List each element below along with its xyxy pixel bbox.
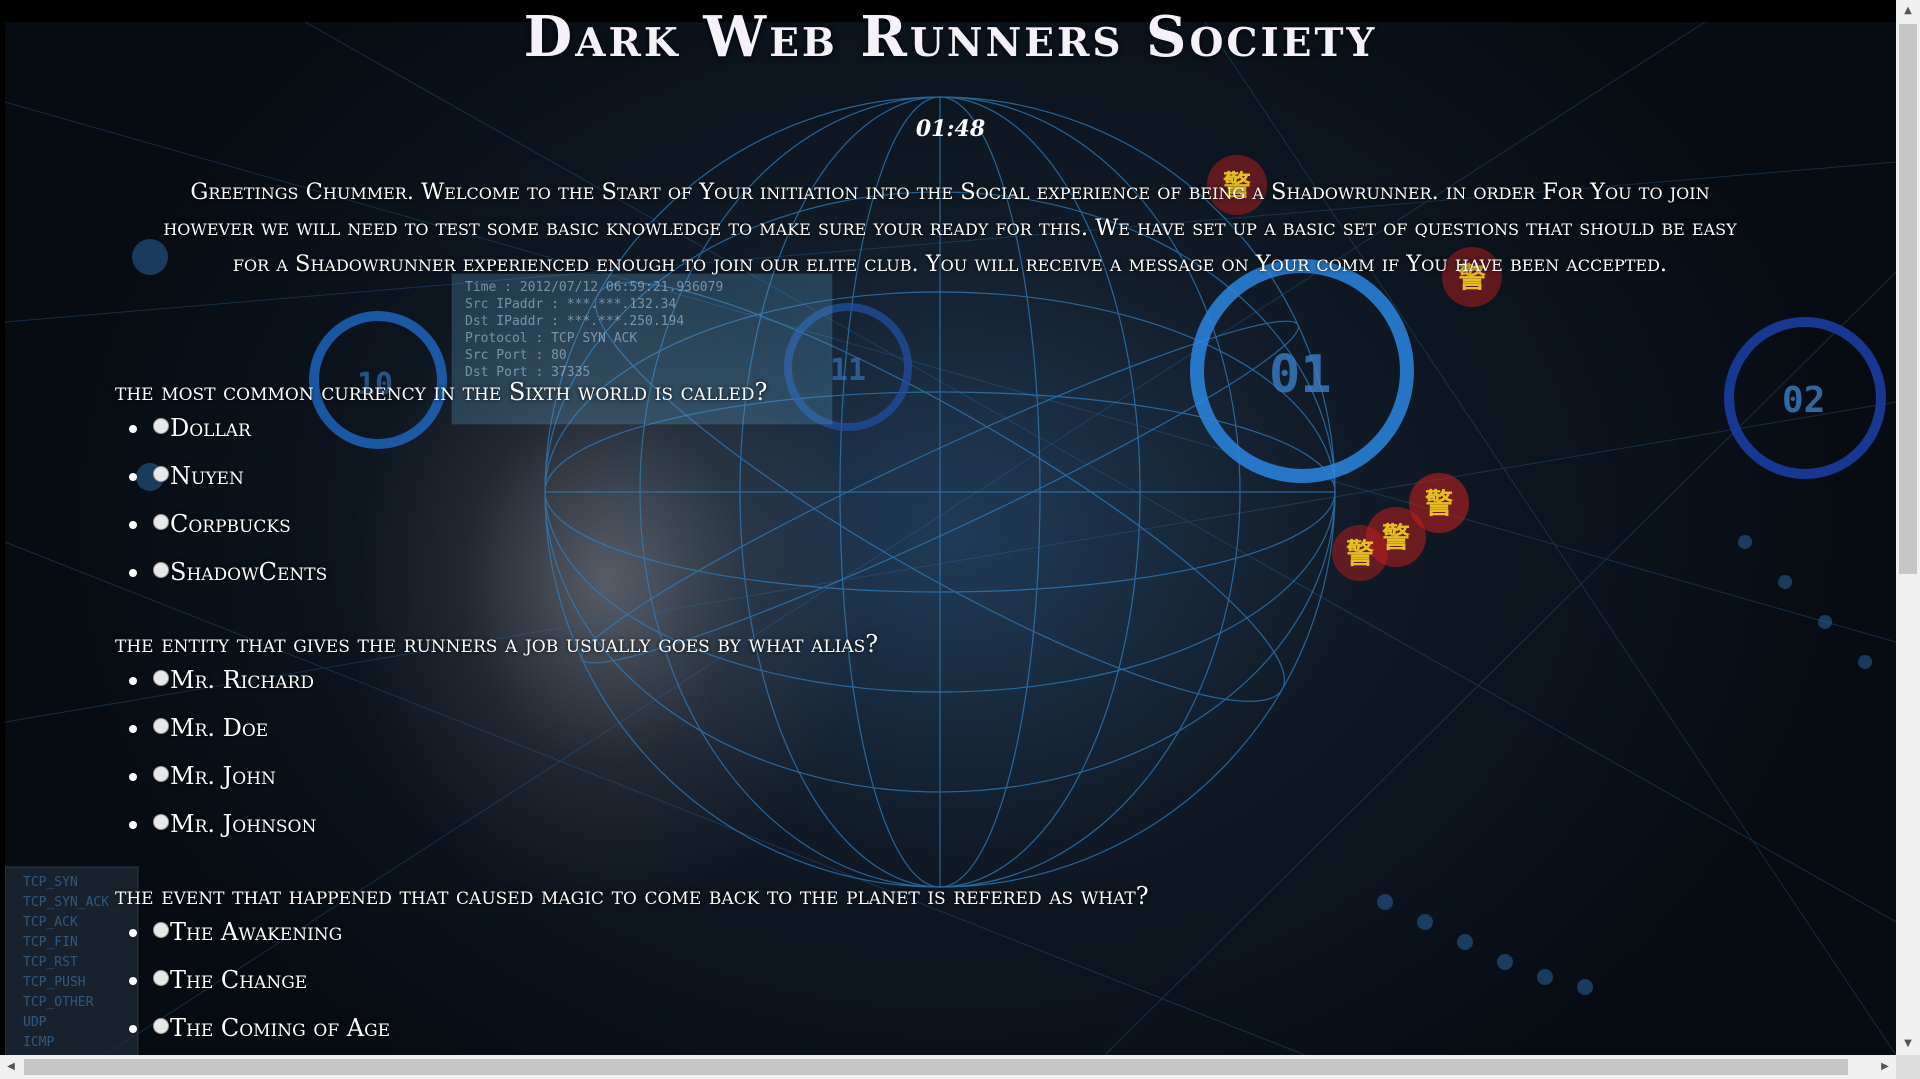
scrollbar-corner xyxy=(1896,1055,1920,1079)
question-text: the most common currency in the Sixth wo… xyxy=(115,378,768,406)
question-text: the entity that gives the runners a job … xyxy=(115,630,879,658)
radio-button[interactable] xyxy=(153,814,169,830)
answer-option[interactable]: ShadowCents xyxy=(129,554,1615,602)
radio-button[interactable] xyxy=(153,514,169,530)
answer-label[interactable]: The Change xyxy=(170,966,307,994)
bullet-icon xyxy=(129,569,137,577)
browser-viewport: 10 11 01 02 警 警 警 警 警 Time: 2012/07/12 … xyxy=(0,0,1920,1079)
radio-button[interactable] xyxy=(153,1018,169,1034)
vertical-scroll-thumb[interactable] xyxy=(1899,24,1917,574)
bullet-icon xyxy=(129,473,137,481)
radio-button[interactable] xyxy=(153,466,169,482)
page-content: Dark Web Runners Society 01:48 Greetings… xyxy=(5,0,1896,1055)
horizontal-scroll-thumb[interactable] xyxy=(24,1059,1848,1075)
vertical-scrollbar[interactable]: ▲ ▼ xyxy=(1896,0,1920,1055)
answer-label[interactable]: Corpbucks xyxy=(170,510,291,538)
question-3: the event that happened that caused magi… xyxy=(115,878,1615,1058)
question-1: the most common currency in the Sixth wo… xyxy=(115,374,1615,602)
answer-option[interactable]: Mr. John xyxy=(129,758,1615,806)
answer-list: Dollar Nuyen Corpbucks ShadowCents xyxy=(115,410,1615,602)
answer-option[interactable]: Mr. Johnson xyxy=(129,806,1615,854)
answer-option[interactable]: Dollar xyxy=(129,410,1615,458)
radio-button[interactable] xyxy=(153,418,169,434)
bullet-icon xyxy=(129,821,137,829)
answer-label[interactable]: Mr. Johnson xyxy=(170,810,316,838)
answer-option[interactable]: Nuyen xyxy=(129,458,1615,506)
countdown-timer: 01:48 xyxy=(915,116,986,142)
page-title: Dark Web Runners Society xyxy=(523,4,1378,70)
answer-label[interactable]: Dollar xyxy=(170,414,251,442)
bullet-icon xyxy=(129,677,137,685)
answer-option[interactable]: The Change xyxy=(129,962,1615,1010)
radio-button[interactable] xyxy=(153,562,169,578)
bullet-icon xyxy=(129,1025,137,1033)
answer-option[interactable]: Corpbucks xyxy=(129,506,1615,554)
answer-option[interactable]: Mr. Doe xyxy=(129,710,1615,758)
answer-label[interactable]: Nuyen xyxy=(170,462,244,490)
intro-paragraph: Greetings Chummer. Welcome to the Start … xyxy=(163,179,1737,277)
answer-label[interactable]: Mr. Doe xyxy=(170,714,268,742)
answer-option[interactable]: The Coming of Age xyxy=(129,1010,1615,1058)
radio-button[interactable] xyxy=(153,922,169,938)
radio-button[interactable] xyxy=(153,970,169,986)
scroll-down-arrow-icon[interactable]: ▼ xyxy=(1896,1033,1920,1055)
radio-button[interactable] xyxy=(153,766,169,782)
answer-label[interactable]: The Awakening xyxy=(170,918,342,946)
scroll-right-arrow-icon[interactable]: ▶ xyxy=(1874,1055,1896,1079)
answer-list: Mr. Richard Mr. Doe Mr. John Mr. Johnson xyxy=(115,662,1615,854)
scroll-up-arrow-icon[interactable]: ▲ xyxy=(1896,0,1920,22)
answer-label[interactable]: Mr. Richard xyxy=(170,666,314,694)
bullet-icon xyxy=(129,929,137,937)
horizontal-scrollbar[interactable]: ◀ ▶ xyxy=(0,1055,1896,1079)
bullet-icon xyxy=(129,725,137,733)
question-2: the entity that gives the runners a job … xyxy=(115,626,1615,854)
answer-label[interactable]: The Coming of Age xyxy=(170,1014,390,1042)
question-text: the event that happened that caused magi… xyxy=(115,882,1149,910)
answer-option[interactable]: Mr. Richard xyxy=(129,662,1615,710)
answer-label[interactable]: Mr. John xyxy=(170,762,276,790)
radio-button[interactable] xyxy=(153,718,169,734)
scroll-left-arrow-icon[interactable]: ◀ xyxy=(0,1055,22,1079)
bullet-icon xyxy=(129,773,137,781)
bullet-icon xyxy=(129,977,137,985)
answer-label[interactable]: ShadowCents xyxy=(170,558,327,586)
answer-list: The Awakening The Change The Coming of A… xyxy=(115,914,1615,1058)
bullet-icon xyxy=(129,521,137,529)
answer-option[interactable]: The Awakening xyxy=(129,914,1615,962)
radio-button[interactable] xyxy=(153,670,169,686)
bullet-icon xyxy=(129,425,137,433)
